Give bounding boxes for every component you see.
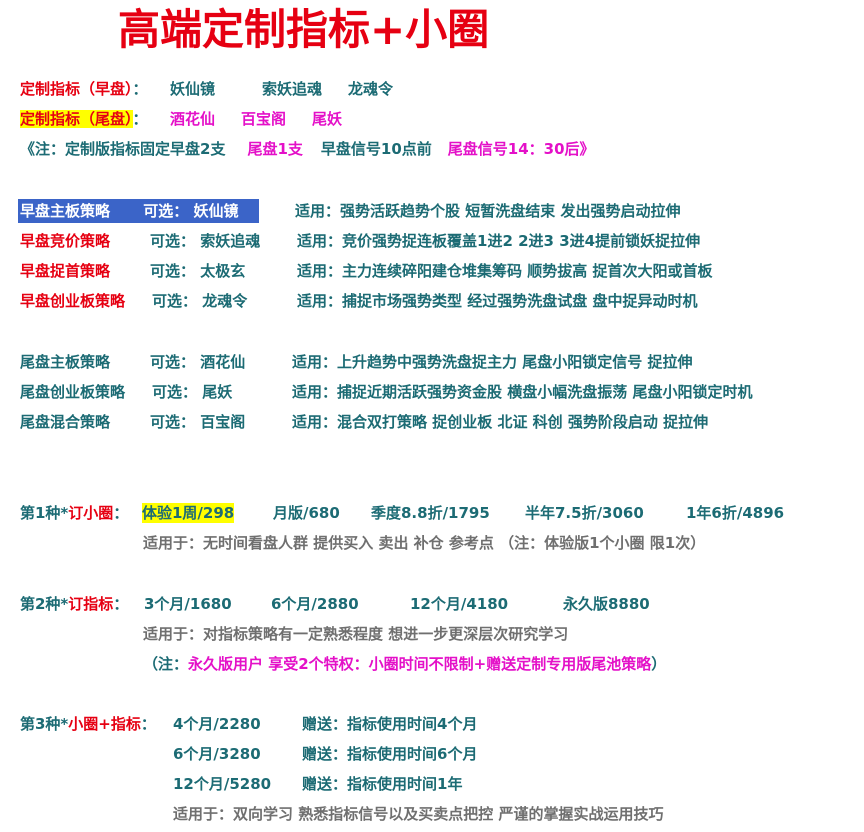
- plan3-label: 第3种*小圈+指标：: [20, 715, 156, 733]
- strategy-optional: 可选： 太极玄: [150, 262, 246, 280]
- strategy-name: 尾盘主板策略: [20, 353, 111, 371]
- plan2-price: 12个月/4180: [410, 595, 509, 613]
- intro-early-item: 索妖追魂: [262, 80, 323, 98]
- plan3-applies: 适用于：双向学习 熟悉指标信号以及买卖点把控 严谨的掌握实战运用技巧: [173, 805, 664, 823]
- strategy-applies: 适用：捕捉市场强势类型 经过强势洗盘试盘 盘中捉异动时机: [297, 292, 698, 310]
- plan3-price: 4个月/2280: [173, 715, 261, 733]
- strategy-name: 早盘创业板策略: [20, 292, 126, 310]
- strategy-applies: 适用：竞价强势捉连板覆盖1进2 2进3 3进4提前锁妖捉拉伸: [297, 232, 701, 250]
- strategy-optional: 可选： 酒花仙: [150, 353, 246, 371]
- plan1-price: 半年7.5折/3060: [525, 504, 644, 522]
- strategy-optional: 可选： 尾妖: [152, 383, 233, 401]
- plan2-price: 永久版8880: [563, 595, 650, 613]
- strategy-applies: 适用：强势活跃趋势个股 短暂洗盘结束 发出强势启动拉伸: [295, 202, 681, 220]
- intro-early-item: 妖仙镜: [170, 80, 216, 98]
- strategy-applies: 适用：捕捉近期活跃强势资金股 横盘小幅洗盘振荡 尾盘小阳锁定时机: [292, 383, 753, 401]
- plan2-applies: 适用于：对指标策略有一定熟悉程度 想进一步更深层次研究学习: [143, 625, 569, 643]
- strategy-name: 尾盘创业板策略: [20, 383, 126, 401]
- intro-late-item: 百宝阁: [241, 110, 287, 128]
- plan1-applies: 适用于：无时间看盘人群 提供买入 卖出 补仓 参考点 （注：体验版1个小圈 限1…: [143, 534, 706, 552]
- plan2-label: 第2种*订指标：: [20, 595, 129, 613]
- intro-early-label: 定制指标（早盘）: [20, 80, 133, 98]
- strategy-applies: 适用：混合双打策略 捉创业板 北证 科创 强势阶段启动 捉拉伸: [292, 413, 709, 431]
- strategy-name: 早盘竞价策略: [20, 232, 111, 250]
- plan3-gift: 赠送：指标使用时间4个月: [302, 715, 478, 733]
- strategy-optional: 可选： 百宝阁: [150, 413, 246, 431]
- early-strategy-row-highlight: 早盘主板策略 可选： 妖仙镜: [18, 199, 259, 223]
- plan2-note: （注：永久版用户 享受2个特权：小圈时间不限制+赠送定制专用版尾池策略）: [143, 655, 667, 673]
- plan3-price: 12个月/5280: [173, 775, 272, 793]
- strategy-optional: 可选： 龙魂令: [152, 292, 248, 310]
- intro-late-label: 定制指标（尾盘）: [20, 110, 133, 128]
- strategy-applies: 适用：上升趋势中强势洗盘捉主力 尾盘小阳锁定信号 捉拉伸: [292, 353, 693, 371]
- plan3-price: 6个月/3280: [173, 745, 261, 763]
- plan3-gift: 赠送：指标使用时间1年: [302, 775, 463, 793]
- plan1-price: 月版/680: [273, 504, 340, 522]
- strategy-optional: 可选： 索妖追魂: [150, 232, 261, 250]
- intro-late-item: 尾妖: [312, 110, 343, 128]
- intro-note: 《注：定制版指标固定早盘2支 尾盘1支 早盘信号10点前 尾盘信号14：30后》: [20, 140, 595, 158]
- intro-early-line: 定制指标（早盘）：: [20, 80, 148, 98]
- intro-early-item: 龙魂令: [348, 80, 394, 98]
- page-title: 高端定制指标+小圈: [118, 5, 490, 54]
- intro-late-item: 酒花仙: [170, 110, 216, 128]
- plan2-price: 3个月/1680: [144, 595, 232, 613]
- plan1-price: 1年6折/4896: [686, 504, 785, 522]
- strategy-applies: 适用：主力连续碎阳建仓堆集筹码 顺势拔高 捉首次大阳或首板: [297, 262, 713, 280]
- plan3-gift: 赠送：指标使用时间6个月: [302, 745, 478, 763]
- strategy-name: 尾盘混合策略: [20, 413, 111, 431]
- plan1-price: 季度8.8折/1795: [371, 504, 490, 522]
- plan1-label: 第1种*订小圈：: [20, 504, 129, 522]
- plan1-trial-price: 体验1周/298: [142, 503, 235, 523]
- strategy-name: 早盘捉首策略: [20, 262, 111, 280]
- intro-late-line: 定制指标（尾盘）：: [20, 110, 148, 128]
- plan2-price: 6个月/2880: [271, 595, 359, 613]
